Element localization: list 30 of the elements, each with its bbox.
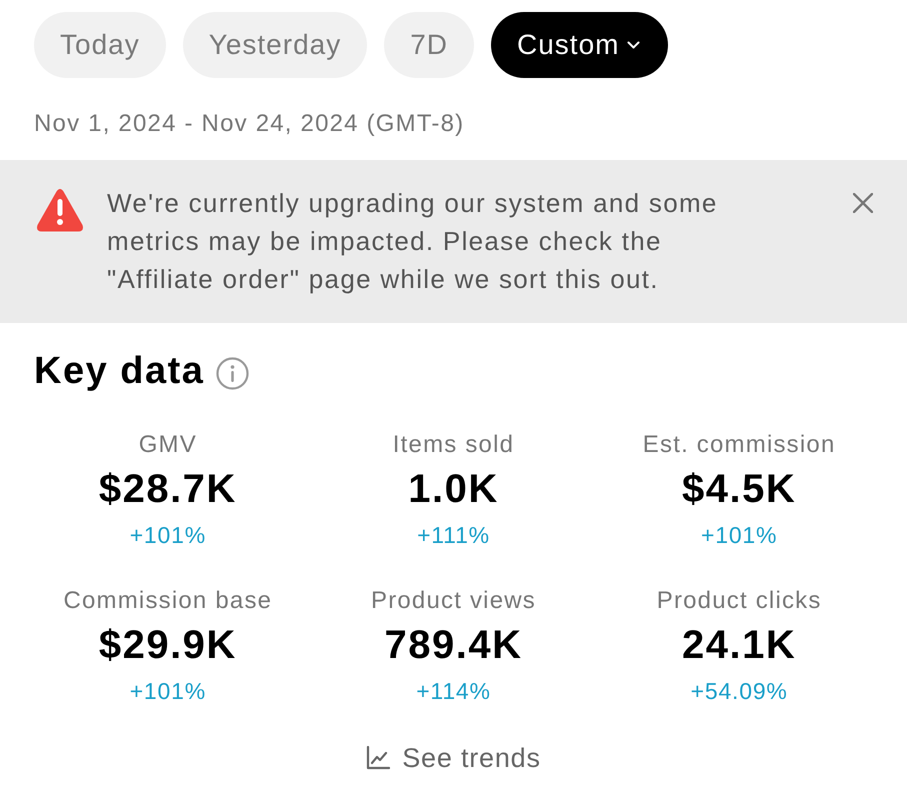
metric-value: $28.7K (98, 467, 237, 511)
metric-change: +114% (416, 677, 491, 705)
metric-label: Items sold (392, 431, 514, 459)
date-tab[interactable]: Custom (491, 12, 668, 78)
metric-value: $4.5K (682, 467, 796, 511)
date-tab[interactable]: Today (34, 12, 166, 78)
date-range-text: Nov 1, 2024 - Nov 24, 2024 (GMT-8) (33, 110, 466, 138)
see-trends-link[interactable]: See trends (366, 742, 541, 774)
metric-value: 1.0K (408, 467, 499, 511)
date-tab[interactable]: Yesterday (182, 12, 368, 78)
metric-value: 789.4K (384, 623, 522, 667)
info-icon[interactable] (216, 356, 250, 390)
metric-change: +101% (130, 521, 206, 549)
metric-value: 24.1K (682, 623, 796, 667)
metric-label: Est. commission (642, 431, 836, 459)
metric-label: GMV (138, 431, 197, 459)
section-title: Key data (34, 349, 204, 393)
metric-change: +54.09% (690, 677, 788, 705)
metric-change: +111% (417, 521, 490, 549)
alert-message: We're currently upgrading our system and some metrics may be impacted. Please check the "Affiliate order" page while we sort this out. (107, 187, 719, 296)
metric-label: Product views (370, 587, 536, 615)
warning-icon (36, 188, 84, 232)
metric-label: Commission base (63, 587, 272, 615)
close-icon (853, 193, 873, 213)
date-tab[interactable]: 7D (384, 12, 474, 78)
metric-change: +101% (701, 521, 778, 549)
metric-change: +101% (130, 677, 206, 705)
line-chart-icon (366, 746, 390, 770)
metric-value: $29.9K (98, 623, 237, 667)
metric-label: Product clicks (656, 587, 822, 615)
